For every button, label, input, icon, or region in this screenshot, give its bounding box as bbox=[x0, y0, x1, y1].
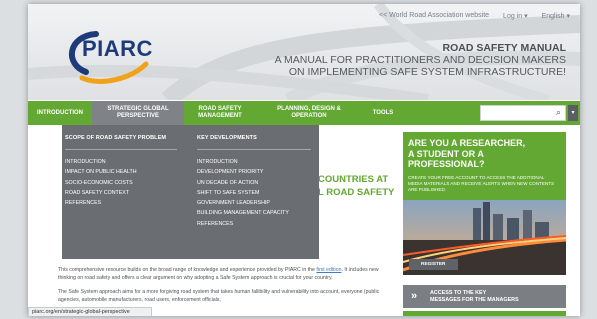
nav-strategic-global-perspective[interactable]: STRATEGIC GLOBAL PERSPECTIVE bbox=[92, 101, 184, 125]
menu-item[interactable]: IMPACT ON PUBLIC HEALTH bbox=[65, 167, 177, 177]
mega-menu-dropdown: SCOPE OF ROAD SAFETY PROBLEM INTRODUCTIO… bbox=[62, 125, 319, 259]
chevron-down-icon[interactable]: ▾ bbox=[568, 105, 578, 121]
promo-description: CREATE YOUR FREE ACCOUNT TO ACCESS THE A… bbox=[408, 175, 555, 192]
menu-item[interactable]: GOVERNMENT LEADERSHIP bbox=[197, 198, 311, 208]
first-edition-link[interactable]: first edition bbox=[316, 267, 341, 273]
double-chevron-icon: » bbox=[411, 290, 418, 302]
manual-title-line-1: ROAD SAFETY MANUAL bbox=[442, 42, 566, 54]
menu-item[interactable]: UN DECADE OF ACTION bbox=[197, 178, 311, 188]
headline-line-1: COUNTRIES AT bbox=[318, 174, 389, 185]
piarc-logo[interactable]: PIARC bbox=[82, 36, 153, 62]
nav-road-safety-management[interactable]: ROAD SAFETY MANAGEMENT bbox=[184, 101, 256, 125]
intro-paragraph: This comprehensive resource builds on th… bbox=[58, 267, 379, 281]
register-promo: ARE YOU A RESEARCHER, A STUDENT OR A PRO… bbox=[403, 132, 566, 275]
access-key-messages-button[interactable]: » ACCESS TO THE KEY MESSAGES FOR THE MAN… bbox=[403, 285, 566, 308]
mega-menu-column-key-developments: KEY DEVELOPMENTS INTRODUCTION DEVELOPMEN… bbox=[197, 135, 311, 229]
world-road-association-link[interactable]: << World Road Association website bbox=[379, 12, 489, 20]
menu-item[interactable]: REFERENCES bbox=[197, 219, 311, 229]
search-input[interactable]: ⌕ bbox=[480, 105, 566, 121]
menu-item[interactable]: INTRODUCTION bbox=[65, 157, 177, 167]
top-links: << World Road Association website Log in… bbox=[379, 12, 570, 20]
manual-title: ROAD SAFETY MANUAL A MANUAL FOR PRACTITI… bbox=[275, 42, 566, 78]
intro-paragraphs: This comprehensive resource builds on th… bbox=[58, 266, 394, 304]
mega-menu-column-scope: SCOPE OF ROAD SAFETY PROBLEM INTRODUCTIO… bbox=[65, 135, 177, 208]
manual-title-line-2: A MANUAL FOR PRACTITIONERS AND DECISION … bbox=[274, 54, 566, 66]
city-highway-photo: REGISTER bbox=[403, 200, 566, 275]
status-bar-url: piarc.org/en/strategic-global-perspectiv… bbox=[28, 307, 152, 316]
page-headline: COUNTRIES AT L ROAD SAFETY bbox=[318, 173, 394, 199]
search-icon[interactable]: ⌕ bbox=[556, 107, 561, 118]
headline-line-2: L ROAD SAFETY bbox=[318, 187, 395, 198]
nav-planning-design-operation[interactable]: PLANNING, DESIGN & OPERATION bbox=[256, 101, 362, 125]
login-link[interactable]: Log in ▾ bbox=[503, 12, 528, 20]
menu-item[interactable]: REFERENCES bbox=[65, 198, 177, 208]
nav-introduction[interactable]: INTRODUCTION bbox=[28, 101, 92, 125]
header-banner: << World Road Association website Log in… bbox=[28, 4, 580, 100]
browser-page: << World Road Association website Log in… bbox=[28, 4, 580, 316]
mega-menu-heading[interactable]: SCOPE OF ROAD SAFETY PROBLEM bbox=[65, 135, 177, 150]
menu-item[interactable]: ROAD SAFETY CONTEXT bbox=[65, 188, 177, 198]
menu-item[interactable]: DEVELOPMENT PRIORITY bbox=[197, 167, 311, 177]
manual-title-line-3: ON IMPLEMENTING SAFE SYSTEM INFRASTRUCTU… bbox=[288, 66, 566, 78]
menu-item[interactable]: SHIFT TO SAFE SYSTEM bbox=[197, 188, 311, 198]
language-select[interactable]: English ▾ bbox=[542, 12, 570, 20]
safe-system-paragraph: The Safe System approach aims for a more… bbox=[58, 289, 380, 303]
register-button[interactable]: REGISTER bbox=[409, 259, 458, 270]
nav-tools[interactable]: TOOLS bbox=[362, 101, 404, 125]
menu-item[interactable]: BUILDING MANAGEMENT CAPACITY bbox=[197, 208, 311, 218]
promo-question: ARE YOU A RESEARCHER, A STUDENT OR A PRO… bbox=[408, 138, 526, 169]
next-promo-box bbox=[403, 311, 566, 316]
menu-item[interactable]: INTRODUCTION bbox=[197, 157, 311, 167]
main-navigation: INTRODUCTION STRATEGIC GLOBAL PERSPECTIV… bbox=[28, 101, 580, 125]
mega-menu-heading[interactable]: KEY DEVELOPMENTS bbox=[197, 135, 311, 150]
access-key-messages-label: ACCESS TO THE KEY MESSAGES FOR THE MANAG… bbox=[430, 290, 519, 303]
menu-item[interactable]: SOCIO-ECONOMIC COSTS bbox=[65, 178, 177, 188]
